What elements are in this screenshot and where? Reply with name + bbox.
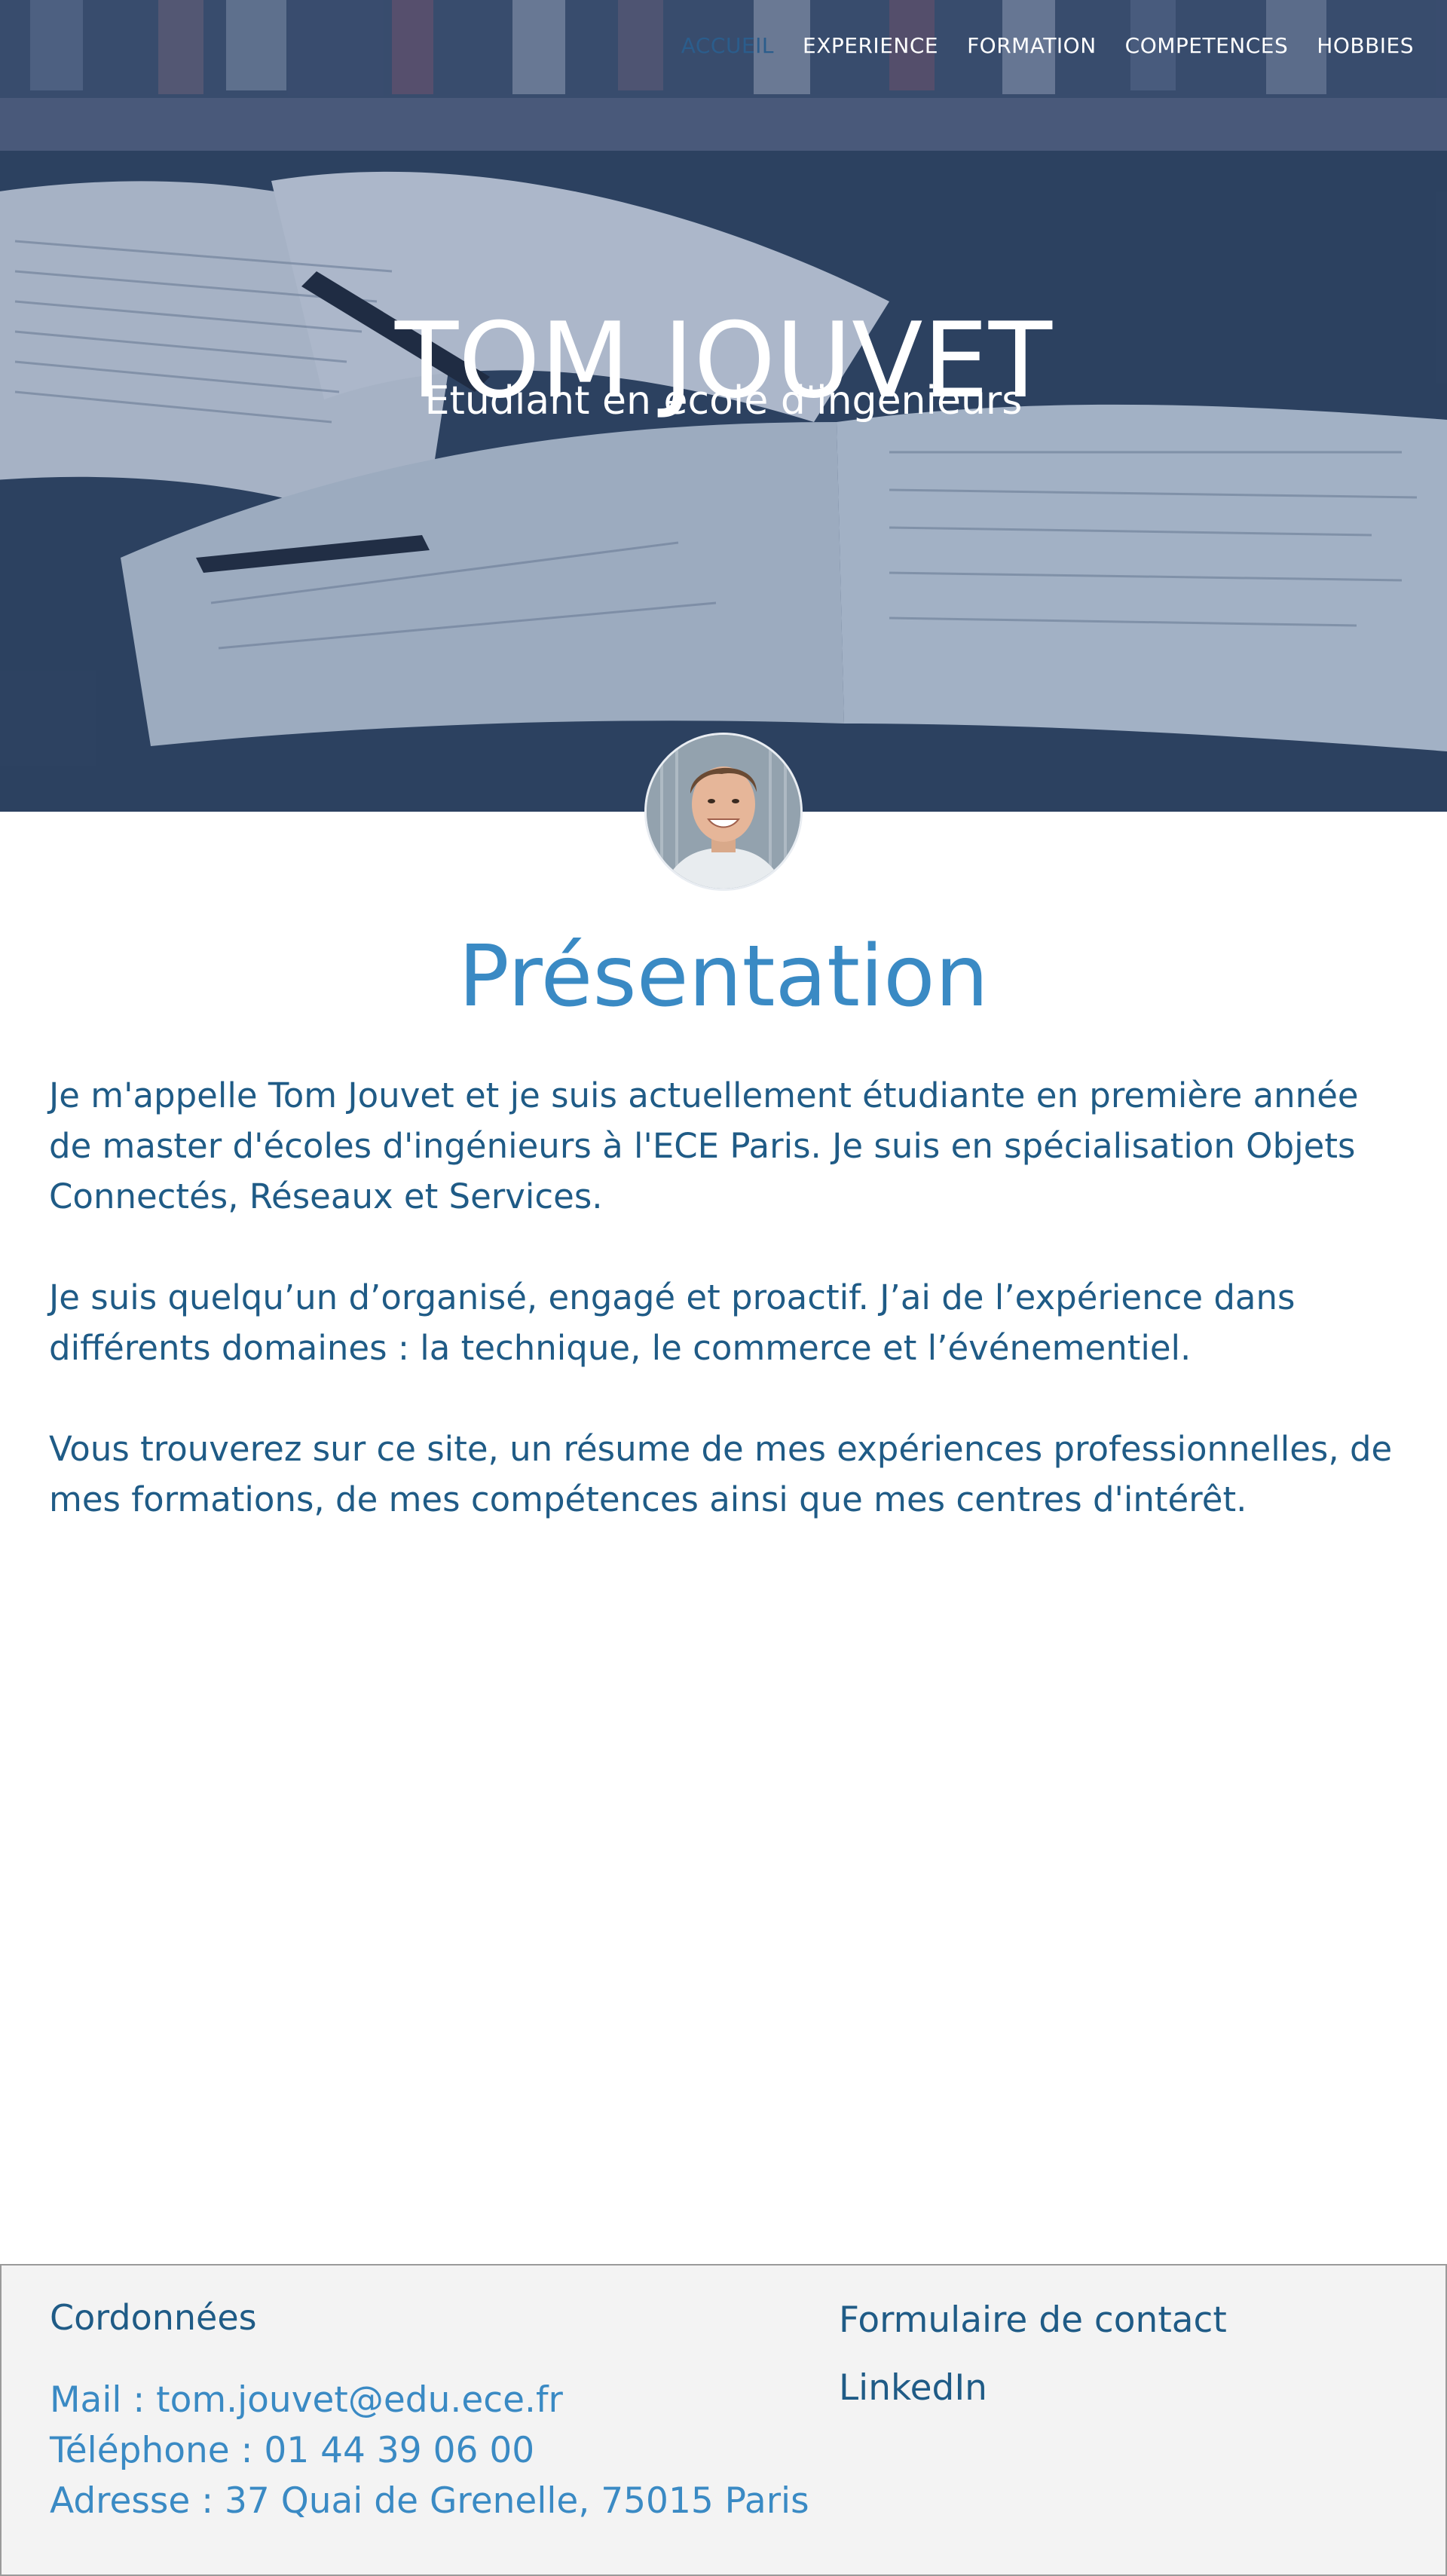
nav-item-accueil[interactable]: ACCUEIL [681, 33, 774, 58]
presentation-content: Je m'appelle Tom Jouvet et je suis actue… [49, 1070, 1406, 1575]
contact-mail: Mail : tom.jouvet@edu.ece.fr [50, 2379, 563, 2421]
hero-banner: ACCUEIL EXPERIENCE FORMATION COMPETENCES… [0, 0, 1447, 812]
presentation-paragraph: Je suis quelqu’un d’organisé, engagé et … [49, 1277, 1296, 1368]
presentation-paragraph: Vous trouverez sur ce site, un résume de… [49, 1429, 1393, 1519]
presentation-title: Présentation [458, 928, 989, 1026]
profile-photo-icon [647, 735, 800, 889]
nav-item-hobbies[interactable]: HOBBIES [1317, 33, 1414, 58]
avatar [644, 733, 803, 891]
linkedin-link[interactable]: LinkedIn [839, 2367, 987, 2409]
contact-form-link[interactable]: Formulaire de contact [839, 2299, 1227, 2341]
hero-subtitle: Etudiant en école d'ingénieurs [424, 378, 1023, 424]
contact-heading: Cordonnées [50, 2297, 257, 2338]
contact-address: Adresse : 37 Quai de Grenelle, 75015 Par… [50, 2480, 809, 2522]
contact-phone: Téléphone : 01 44 39 06 00 [50, 2430, 535, 2471]
presentation-paragraph: Je m'appelle Tom Jouvet et je suis actue… [49, 1075, 1359, 1216]
nav-item-experience[interactable]: EXPERIENCE [803, 33, 938, 58]
nav-item-formation[interactable]: FORMATION [967, 33, 1097, 58]
nav-item-competences[interactable]: COMPETENCES [1125, 33, 1289, 58]
footer: Cordonnées Mail : tom.jouvet@edu.ece.fr … [0, 2264, 1447, 2576]
main-navigation: ACCUEIL EXPERIENCE FORMATION COMPETENCES… [653, 33, 1414, 58]
